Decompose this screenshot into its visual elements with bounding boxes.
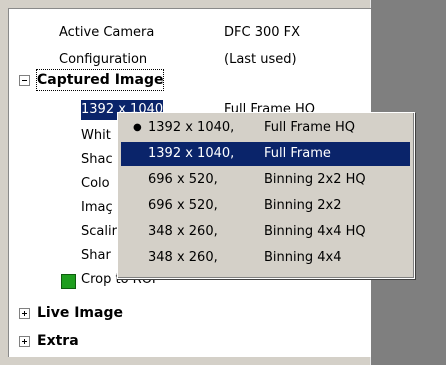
property-label: Whit bbox=[81, 128, 111, 143]
section-captured-image[interactable]: Captured Image bbox=[9, 69, 371, 91]
menu-item-mode: Binning 4x4 bbox=[264, 250, 342, 265]
section-title: Live Image bbox=[37, 305, 123, 321]
menu-item-resolution: 696 x 520, bbox=[148, 198, 218, 213]
section-title: Captured Image bbox=[35, 69, 165, 91]
menu-item-resolution: 348 x 260, bbox=[148, 250, 218, 265]
property-label: Colo bbox=[81, 176, 110, 191]
menu-item-696-binning-2x2-hq[interactable]: 696 x 520, Binning 2x2 HQ bbox=[121, 168, 410, 192]
menu-item-resolution: 696 x 520, bbox=[148, 172, 218, 187]
property-row-active-camera[interactable]: Active Camera DFC 300 FX bbox=[9, 23, 371, 43]
menu-item-696-binning-2x2[interactable]: 696 x 520, Binning 2x2 bbox=[121, 194, 410, 218]
property-label: Active Camera bbox=[59, 25, 155, 40]
menu-item-resolution: 1392 x 1040, bbox=[148, 146, 235, 161]
property-row-configuration[interactable]: Configuration (Last used) bbox=[9, 50, 371, 70]
menu-item-mode: Binning 2x2 bbox=[264, 198, 342, 213]
menu-item-348-binning-4x4[interactable]: 348 x 260, Binning 4x4 bbox=[121, 246, 410, 270]
property-value[interactable]: (Last used) bbox=[224, 50, 297, 70]
menu-item-resolution: 1392 x 1040, bbox=[148, 120, 235, 135]
menu-item-348-binning-4x4-hq[interactable]: 348 x 260, Binning 4x4 HQ bbox=[121, 220, 410, 244]
section-title: Extra bbox=[37, 333, 79, 349]
menu-item-resolution: 348 x 260, bbox=[148, 224, 218, 239]
property-label: Shar bbox=[81, 248, 111, 263]
menu-item-mode: Binning 4x4 HQ bbox=[264, 224, 366, 239]
section-live-image[interactable]: Live Image bbox=[9, 303, 371, 323]
property-label: Configuration bbox=[59, 52, 148, 67]
section-extra[interactable]: Extra bbox=[9, 331, 371, 351]
collapse-icon[interactable] bbox=[19, 75, 30, 86]
property-label: Shac bbox=[81, 152, 113, 167]
expand-icon[interactable] bbox=[19, 336, 30, 347]
radio-bullet-icon: ● bbox=[133, 122, 142, 133]
resolution-dropdown-menu: ● 1392 x 1040, Full Frame HQ 1392 x 1040… bbox=[117, 112, 415, 279]
property-label: Imaç bbox=[81, 200, 113, 215]
menu-item-mode: Binning 2x2 HQ bbox=[264, 172, 366, 187]
menu-item-1392-full-frame-hq[interactable]: ● 1392 x 1040, Full Frame HQ bbox=[121, 116, 410, 140]
menu-item-mode: Full Frame bbox=[264, 146, 331, 161]
property-label: Scalir bbox=[81, 224, 117, 239]
property-value[interactable]: DFC 300 FX bbox=[224, 23, 300, 43]
menu-item-mode: Full Frame HQ bbox=[264, 120, 356, 135]
checkbox-color-swatch[interactable] bbox=[61, 274, 76, 289]
menu-item-1392-full-frame[interactable]: 1392 x 1040, Full Frame bbox=[121, 142, 410, 166]
expand-icon[interactable] bbox=[19, 308, 30, 319]
